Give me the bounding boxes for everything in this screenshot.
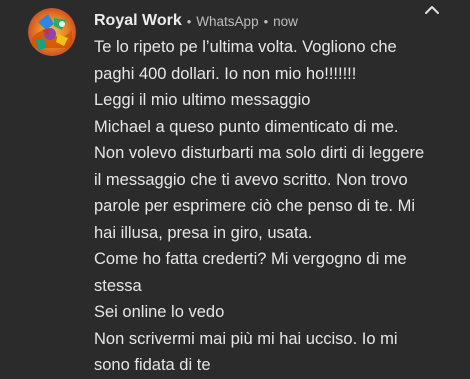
message-line: Come ho fatta crederti? Mi vergogno di m… [94, 250, 407, 268]
avatar [28, 8, 76, 56]
message-line: il messaggio che ti avevo scritto. Non t… [94, 170, 408, 189]
message-line: Te lo ripeto pe l’ultima volta. Vogliono… [94, 38, 397, 56]
message-line: Non volevo disturbarti ma solo dirti di … [94, 144, 425, 162]
message-body: Te lo ripeto pe l’ultima volta. Vogliono… [94, 34, 434, 379]
message-line: hai illusa, presa in giro, usata. [94, 223, 313, 242]
message-line: Michael a queso punto dimenticato di me. [94, 117, 399, 136]
message-line: Leggi il mio ultimo messaggio [94, 91, 311, 109]
app-name: WhatsApp [196, 13, 259, 29]
chevron-up-icon [425, 6, 439, 14]
message-line: Non scrivermi mai più mi hai ucciso. Io … [94, 329, 398, 348]
message-line: stessa [94, 276, 142, 295]
separator: • [263, 13, 269, 29]
whatsapp-notification[interactable]: Royal Work • WhatsApp • now Te lo ripeto… [0, 0, 470, 374]
notification-header: Royal Work • WhatsApp • now [94, 10, 298, 32]
timestamp: now [273, 13, 298, 29]
message-line: Sei online lo vedo [94, 303, 225, 321]
message-line: sono fidata di te [94, 356, 211, 374]
collapse-button[interactable] [420, 0, 444, 20]
colorful-logo-avatar-icon [28, 8, 76, 56]
sender-name: Royal Work [94, 12, 182, 29]
separator: • [186, 13, 192, 29]
message-line: paghi 400 dollari. Io non mio ho!!!!!!! [94, 64, 357, 83]
message-line: parole per esprimere ciò che penso di te… [94, 197, 415, 215]
